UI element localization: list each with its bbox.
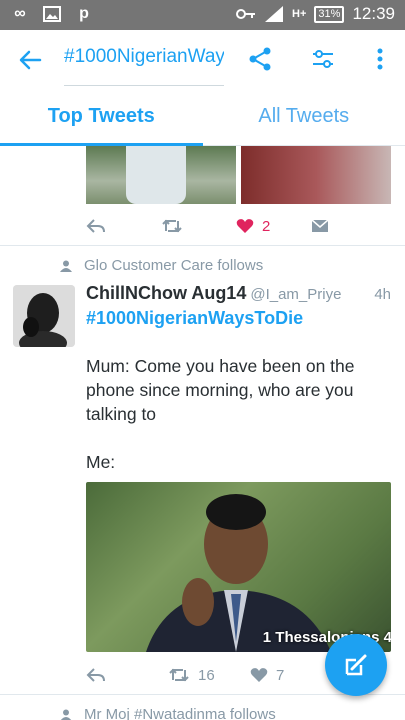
- reply-icon: [86, 668, 105, 682]
- tweet-time: 4h: [374, 286, 391, 303]
- next-social-context: Mr Moj #Nwatadinma follows: [60, 706, 276, 720]
- filter-button[interactable]: [308, 44, 338, 74]
- filter-icon: [313, 50, 333, 68]
- more-options-button[interactable]: [365, 44, 395, 74]
- retweet-count: 16: [198, 666, 215, 684]
- tweet-divider: [0, 694, 405, 695]
- social-context: Glo Customer Care follows: [60, 257, 263, 274]
- image-notification-icon: [42, 4, 62, 24]
- dm-icon: [311, 219, 329, 232]
- tweet-media[interactable]: 1 Thessalonians 4:: [86, 482, 391, 652]
- p-notification-icon: p: [79, 5, 89, 22]
- tab-top-tweets[interactable]: Top Tweets: [0, 88, 203, 146]
- avatar[interactable]: [13, 285, 75, 347]
- author-handle: @I_am_Priye: [250, 286, 342, 303]
- key-icon: [236, 4, 256, 24]
- tweet-divider: [0, 245, 405, 246]
- compose-tweet-button[interactable]: [325, 634, 387, 696]
- hashtag-link[interactable]: #1000NigerianWaysToDie: [86, 308, 303, 329]
- search-toolbar: #1000NigerianWays: [0, 30, 405, 88]
- previous-tweet-actions: 2: [86, 214, 386, 238]
- retweet-icon: [162, 219, 182, 233]
- heart-icon: [236, 219, 254, 233]
- author-name: ChillNChow Aug14: [86, 283, 247, 303]
- infinity-notification-icon: ∞: [14, 5, 26, 22]
- search-query-field[interactable]: #1000NigerianWays: [64, 46, 224, 86]
- share-button[interactable]: [245, 44, 275, 74]
- like-count: 7: [276, 666, 285, 684]
- tweet-feed[interactable]: 2 Glo Customer Care follows ChillNChow A…: [0, 146, 405, 720]
- reply-icon: [86, 219, 105, 233]
- battery-indicator: 31%: [314, 5, 345, 23]
- network-type: H+: [292, 8, 307, 20]
- status-bar: ∞ p H+ 31% 12:39: [0, 0, 405, 30]
- clock: 12:39: [352, 4, 395, 23]
- social-context-text: Mr Moj #Nwatadinma follows: [84, 706, 276, 720]
- retweet-button[interactable]: 16: [168, 667, 250, 684]
- back-arrow-icon: [19, 50, 42, 70]
- like-button[interactable]: 2: [236, 218, 311, 235]
- tab-all-tweets[interactable]: All Tweets: [203, 88, 405, 145]
- reply-button[interactable]: [86, 667, 168, 683]
- previous-tweet-image-1[interactable]: [86, 146, 236, 204]
- heart-icon: [250, 668, 268, 682]
- person-icon: [60, 260, 72, 272]
- tweet-text: Mum: Come you have been on the phone sin…: [86, 356, 355, 472]
- back-button[interactable]: [16, 46, 44, 74]
- signal-icon: [264, 4, 284, 24]
- retweet-icon: [169, 668, 189, 682]
- direct-message-button[interactable]: [311, 219, 386, 233]
- like-count: 2: [262, 217, 271, 235]
- person-icon: [60, 709, 72, 720]
- tab-bar: Top Tweets All Tweets: [0, 88, 405, 146]
- more-vert-icon: [377, 48, 383, 70]
- share-icon: [249, 47, 271, 71]
- retweet-button[interactable]: [161, 218, 236, 234]
- tweet-author[interactable]: ChillNChow Aug14 @I_am_Priye: [86, 283, 341, 304]
- previous-tweet-image-2[interactable]: [241, 146, 391, 204]
- reply-button[interactable]: [86, 218, 161, 234]
- like-button[interactable]: 7: [250, 667, 332, 684]
- social-context-text: Glo Customer Care follows: [84, 257, 264, 274]
- compose-icon: [345, 654, 367, 676]
